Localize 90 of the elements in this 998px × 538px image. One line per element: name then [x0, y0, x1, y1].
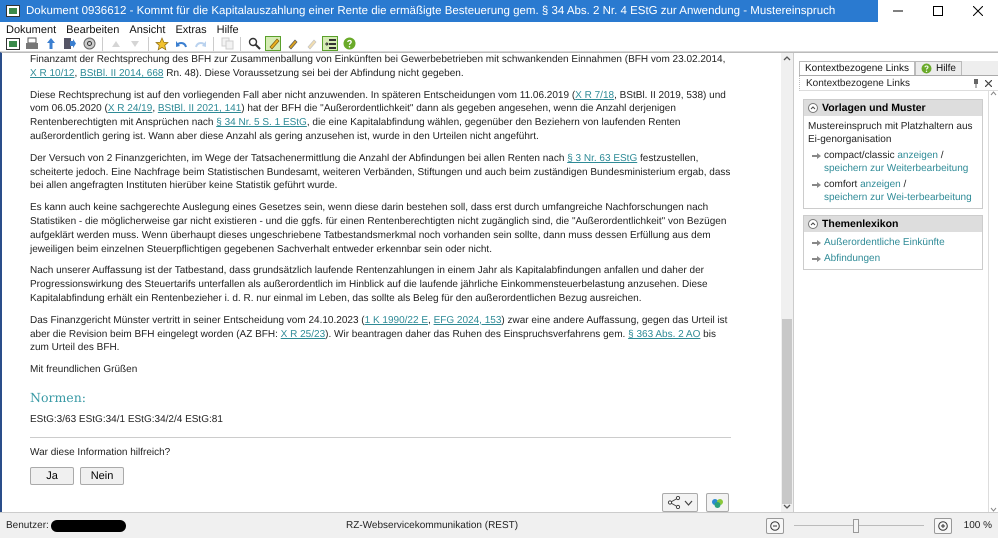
- up-arrow-icon: [46, 37, 56, 50]
- menu-item[interactable]: Bearbeiten: [66, 24, 120, 36]
- circles-icon: [711, 498, 724, 508]
- collapse-icon: [808, 103, 818, 113]
- star-icon: [155, 36, 169, 50]
- print-button[interactable]: [24, 36, 40, 51]
- share-icon: [667, 496, 681, 510]
- link[interactable]: BStBl. II 2021, 141: [158, 103, 242, 114]
- caret-icon: [684, 500, 693, 506]
- section-heading: Normen:: [30, 390, 87, 405]
- zoom-out-icon: [770, 520, 780, 530]
- collapse-icon: [808, 219, 818, 229]
- paragraph: Es kann auch keine sachgerechte Auslegung eines Gesetzes sein, wenn diese darin bestehen soll, dass erst durch umfangreiche Nachforschungen nach Statistiken - die möglicherweise gar nicht existieren - und die ggfs. für einen Rentenberechtigten nicht zugänglich sind, die "Außerordentlichkeit" von Bezügen aufgeklärt werden muss. Wenn überhaupt dieses ungeschriebene Tatbestandsmerkmal noch vorhanden sein sollte, dann muss dessen Erfüllung aus dem jeweiligen beim einzelnen Steuerpflichtigen gegebenen Sachverhalt entweder erkennbar sein oder nicht.: [30, 201, 728, 256]
- feedback-button[interactable]: Nein: [80, 467, 124, 486]
- paragraph: Finanzamt der Rechtsprechung des BFH zur Zusammenballung von Einkünften bei Gewerbebetrieben mit schwankenden Einnahmen (BFH vom 23.02.2014, X R 10/12, BStBl. II 2014, 668 Rn. 48). Diese Voraussetzung sei bei der Abfindung nicht gegeben.: [30, 53, 726, 81]
- at-sign-button[interactable]: [81, 36, 97, 51]
- link-item: comfort anzeigen / speichern zur Wei-terbearbeitung: [824, 178, 973, 204]
- scroll-up-icon: [990, 91, 997, 96]
- star-button[interactable]: [154, 36, 170, 51]
- scroll-down-icon: [990, 507, 997, 512]
- norms-text: EStG:3/63 EStG:34/1 EStG:34/2/4 EStG:81: [30, 412, 224, 427]
- menu-item[interactable]: Hilfe: [216, 24, 239, 36]
- link[interactable]: speichern zur Weiterbearbeitung: [824, 163, 968, 174]
- export-button[interactable]: [62, 36, 78, 51]
- zoom-in-button[interactable]: [934, 518, 952, 534]
- pin-button[interactable]: [973, 78, 979, 88]
- section-header[interactable]: Themenlexikon: [804, 216, 982, 232]
- pin-icon: [973, 78, 979, 88]
- panel-tab[interactable]: Hilfe: [914, 61, 962, 75]
- close-icon: [985, 80, 992, 86]
- triangle-up-icon: [111, 40, 121, 48]
- service-status: RZ-Webservicekommunikation (REST): [346, 520, 520, 531]
- scrollbar[interactable]: [781, 53, 793, 512]
- panel-header: Kontextbezogene Links: [806, 78, 910, 88]
- zoom-out-button[interactable]: [766, 518, 784, 534]
- link[interactable]: Abfindungen: [824, 253, 880, 264]
- search-icon: [248, 37, 260, 50]
- share-button[interactable]: [662, 493, 698, 512]
- link[interactable]: BStBl. II 2014, 668: [80, 68, 164, 79]
- link[interactable]: anzeigen: [860, 179, 901, 190]
- paragraph: Nach unserer Auffassung ist der Tatbestand, dass grundsätzlich laufende Rentenzahlungen in einem Jahr als Kapitalabfindungen anfallen und daher der Progressionswirkung des Steuertarifs unterfallen als außerordentlich im Hinblick auf die laufende jährliche Einkommensteuerbelastung anzusehen. Diese Kapitalabfindung erhält ein Rentenbezieher i. d. R. nur einmal im Leben, das sollte als Beleg für den außerordentlichen Bezug ausreichen.: [30, 264, 709, 306]
- arrow-icon: [812, 152, 821, 160]
- highlighter-button[interactable]: [265, 36, 281, 51]
- feedback-question: War diese Information hilfreich?: [30, 446, 172, 460]
- close-button[interactable]: [985, 78, 992, 88]
- menu-item[interactable]: Dokument: [6, 24, 56, 36]
- scroll-up-icon[interactable]: [783, 56, 791, 61]
- search-button[interactable]: [246, 36, 262, 51]
- link[interactable]: X R 10/12: [30, 68, 74, 79]
- scrollbar[interactable]: [988, 91, 998, 512]
- copy-icon: [220, 37, 234, 50]
- app-icon: [6, 5, 20, 17]
- paragraph: Mit freundlichen Grüßen: [30, 363, 138, 377]
- menu-item[interactable]: Ansicht: [129, 24, 166, 36]
- window-title: Dokument 0936612 - Kommt für die Kapitalauszahlung einer Rente die ermäßigte Besteuerung gem. § 34 Abs. 2 Nr. 4 EStG zur Anwendung - Mustereinspruch: [26, 5, 836, 17]
- triangle-down-icon: [130, 40, 140, 48]
- document-logo-button[interactable]: [5, 36, 21, 51]
- maximize-icon: [933, 6, 943, 16]
- list-button[interactable]: [322, 36, 338, 51]
- link[interactable]: X R 25/23: [280, 328, 326, 340]
- export-icon: [63, 37, 77, 50]
- paragraph: Das Finanzgericht Münster vertritt in seiner Entscheidung vom 24.10.2023 (1 K 1990/22 E, EFG 2024, 153) zwar eine andere Auffassung, gegen das Urteil ist aber die Revision beim BFH eingelegt worden (AZ BFH: X R 25/23). Wir beantragen daher das Ruhen des Einspruchsverfahrens gem. § 363 Abs. 2 AO bis zum Urteil des BFH.: [30, 314, 728, 356]
- menu-item[interactable]: Extras: [175, 24, 207, 36]
- link[interactable]: § 34 Nr. 5 S. 1 EStG: [216, 117, 307, 128]
- close-icon: [973, 6, 983, 16]
- paragraph: Der Versuch von 2 Finanzgerichten, im Wege der Tatsachenermittlung die Anzahl der Abfindungen bei allen Renten nach § 3 Nr. 63 EStG festzustellen, scheiterte jedoch. Eine Nachfrage beim Statistischen Bundesamt, weiteren Verbänden, Stiftungen und auch beim zuständigen Bundesministerium ergab, dass bei allen angefragten Instituten hierüber keine Statistik geführt wurde.: [30, 152, 731, 194]
- section-header[interactable]: Vorlagen und Muster: [804, 100, 982, 116]
- user-label: Benutzer:: [6, 520, 49, 531]
- help-icon: [920, 63, 932, 74]
- undo-icon: [174, 38, 188, 48]
- link[interactable]: § 363 Abs. 2 AO: [628, 328, 700, 340]
- link[interactable]: EFG 2024, 153: [434, 314, 502, 326]
- link[interactable]: 1 K 1990/22 E: [364, 314, 428, 326]
- slider-thumb[interactable]: [853, 518, 860, 532]
- link[interactable]: § 3 Nr. 63 EStG: [567, 152, 638, 164]
- scroll-down-icon[interactable]: [783, 504, 791, 509]
- link[interactable]: speichern zur Wei-terbearbeitung: [824, 192, 972, 203]
- zoom-level: 100 %: [964, 520, 992, 531]
- list-icon: [324, 38, 336, 50]
- paragraph: Diese Rechtsprechung ist auf den vorliegenden Fall aber nicht anzuwenden. In späteren Entscheidungen vom 11.06.2019 (X R 7/18, BStBl. II 2019, 538) und vom 06.05.2020 (X R 24/19, BStBl. II 2021, 141) hat der BFH die "Außerordentlichkeit" dann als gegeben angesehen, wenn die Anzahl derjenigen Rentenberechtigten mit Ansprüchen nach § 34 Nr. 5 S. 1 EStG, die eine Kapitalabfindung wählen, gegenüber den Beziehern von laufenden Renten außerordentlich gering ist. Wann aber diese Anzahl als gering anzusehen ist, wurde in den Urteilen nicht angeführt.: [30, 88, 727, 144]
- panel-tab[interactable]: Kontextbezogene Links: [799, 61, 915, 75]
- link[interactable]: anzeigen: [897, 150, 938, 161]
- link[interactable]: X R 24/19: [108, 103, 152, 114]
- arrow-icon: [812, 181, 821, 189]
- dots-button[interactable]: [706, 493, 729, 512]
- link[interactable]: Außerordentliche Einkünfte: [824, 237, 945, 248]
- zoom-in-icon: [938, 520, 948, 530]
- link[interactable]: X R 7/18: [575, 90, 614, 101]
- feedback-button[interactable]: Ja: [30, 467, 74, 486]
- redo-icon: [194, 38, 206, 48]
